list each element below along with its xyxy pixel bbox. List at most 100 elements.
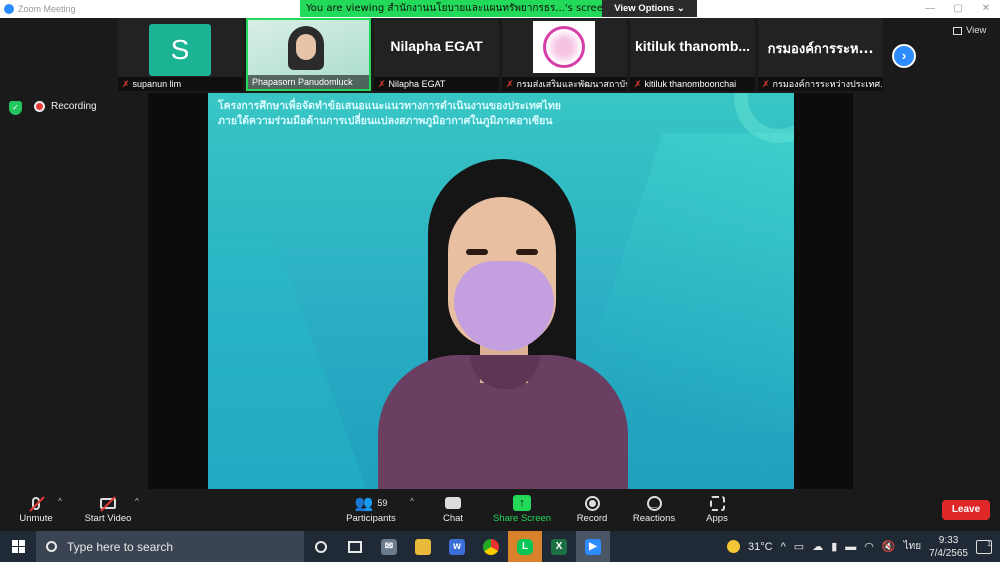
view-layout-button[interactable]: View (953, 25, 986, 36)
participant-label: ✗ กรมองค์การระหว่างประเทศ... (758, 77, 883, 91)
participant-name: Nilapha EGAT (388, 79, 446, 89)
audio-options-chevron-icon[interactable]: ^ (58, 497, 62, 506)
view-label: View (966, 25, 987, 36)
recording-indicator[interactable]: Recording (34, 101, 97, 112)
participant-label: ✗ kitiluk thanomboonchai (630, 77, 755, 91)
tablet-icon[interactable]: ▭ (794, 540, 804, 553)
video-options-chevron-icon[interactable]: ^ (135, 497, 139, 506)
participant-display-name: kitiluk thanomb... (634, 38, 751, 54)
muted-mic-icon: ✗ (506, 79, 514, 89)
record-icon (584, 495, 600, 511)
chrome-icon[interactable] (474, 531, 508, 562)
search-placeholder: Type here to search (67, 539, 174, 554)
usb-icon[interactable]: ▮ (831, 540, 837, 553)
participants-label: Participants (346, 513, 396, 524)
task-view-icon[interactable] (338, 531, 372, 562)
line-app-icon[interactable]: L (508, 531, 542, 562)
microphone-muted-icon (29, 495, 45, 512)
participants-icon: 👥 (354, 495, 374, 512)
window-controls: — ▢ ✕ (916, 0, 1000, 18)
maximize-icon[interactable]: ▢ (944, 0, 972, 18)
cloud-icon[interactable]: ☁ (812, 540, 823, 553)
presentation-slide: โครงการศึกษาเพื่อจัดทำข้อเสนอแนะแนวทางกา… (208, 93, 794, 489)
notification-center-icon[interactable]: 1 (976, 539, 992, 554)
excel-icon[interactable]: X (542, 531, 576, 562)
muted-mic-icon: ✗ (762, 79, 770, 89)
system-tray: 31°C ^ ▭ ☁ ▮ ▬ ◠ 🔇 ไทย 9:33 7/4/2565 1 (727, 531, 1000, 562)
grid-icon (953, 26, 962, 35)
minimize-icon[interactable]: — (916, 0, 944, 18)
file-explorer-icon[interactable] (406, 531, 440, 562)
participant-tile-active-speaker[interactable]: Phapasorn Panudomluck (246, 18, 371, 91)
battery-icon[interactable]: ▬ (845, 541, 856, 553)
participants-button[interactable]: 👥 59 Participants (344, 493, 398, 524)
temperature[interactable]: 31°C (748, 541, 773, 553)
meeting-toolbar: Unmute ^ Start Video ^ 👥 59 Participants … (0, 489, 1000, 531)
share-banner: You are viewing สำนักงานนโยบายและแผนทรัพ… (300, 0, 697, 17)
record-label: Record (576, 513, 608, 524)
window-title: Zoom Meeting (18, 4, 76, 14)
apps-icon (709, 495, 725, 511)
start-button[interactable] (0, 531, 36, 562)
participant-display-name: กรมองค์การระห... (767, 42, 874, 57)
participant-tile[interactable]: ✗ กรมส่งเสริมและพัฒนาสถาบัน... (502, 18, 627, 91)
muted-mic-icon: ✗ (634, 79, 642, 89)
participant-name: Phapasorn Panudomluck (252, 77, 353, 87)
participant-name: kitiluk thanomboonchai (644, 79, 737, 89)
view-options-button[interactable]: View Options ⌄ (602, 0, 697, 17)
participant-tile[interactable]: Nilapha EGAT ✗ Nilapha EGAT (374, 18, 499, 91)
record-button[interactable]: Record (574, 493, 610, 524)
avatar: S (149, 24, 211, 76)
chevron-up-icon[interactable]: ^ (781, 541, 786, 553)
participant-name: กรมองค์การระหว่างประเทศ... (772, 79, 883, 89)
cortana-icon[interactable] (304, 531, 338, 562)
chat-button[interactable]: Chat (436, 493, 470, 524)
share-screen-label: Share Screen (492, 513, 552, 524)
clock[interactable]: 9:33 7/4/2565 (929, 534, 968, 560)
zoom-app-icon[interactable]: ▶ (576, 531, 610, 562)
muted-mic-icon: ✗ (378, 79, 386, 89)
participant-label: ✗ supanun lim (118, 77, 243, 91)
windows-taskbar: Type here to search ✉ w L X ▶ 31°C ^ ▭ ☁… (0, 531, 1000, 562)
apps-button[interactable]: Apps (702, 493, 732, 524)
clock-date: 7/4/2565 (929, 547, 968, 559)
participant-tile[interactable]: กรมองค์การระห... ✗ กรมองค์การระหว่างประเท… (758, 18, 883, 91)
apps-label: Apps (706, 513, 728, 524)
slide-title: โครงการศึกษาเพื่อจัดทำข้อเสนอแนะแนวทางกา… (218, 99, 778, 129)
unmute-button[interactable]: Unmute (14, 493, 58, 524)
participant-name: กรมส่งเสริมและพัฒนาสถาบัน... (516, 79, 627, 89)
muted-mic-icon: ✗ (122, 79, 130, 89)
mail-app-icon[interactable]: ✉ (372, 531, 406, 562)
organization-seal-logo (533, 21, 595, 73)
start-video-label: Start Video (84, 513, 132, 524)
wifi-icon[interactable]: ◠ (864, 540, 874, 553)
participant-display-name: Nilapha EGAT (390, 38, 483, 54)
unmute-label: Unmute (19, 513, 53, 524)
shield-icon[interactable]: ✓ (9, 101, 22, 115)
view-options-label: View Options (614, 3, 675, 14)
speaker-muted-icon[interactable]: 🔇 (882, 540, 896, 553)
leave-button[interactable]: Leave (942, 500, 990, 520)
participant-name: supanun lim (132, 79, 182, 89)
participant-tile[interactable]: kitiluk thanomb... ✗ kitiluk thanomboonch… (630, 18, 755, 91)
participant-label: Phapasorn Panudomluck (248, 75, 369, 89)
reactions-button[interactable]: ‿ Reactions (630, 493, 678, 524)
close-icon[interactable]: ✕ (972, 0, 1000, 18)
zoom-logo-icon (4, 4, 14, 14)
participants-options-chevron-icon[interactable]: ^ (410, 497, 414, 506)
recording-label: Recording (51, 101, 97, 112)
next-page-button[interactable]: › (892, 44, 916, 68)
language-indicator[interactable]: ไทย (904, 539, 921, 554)
slide-title-line: ภายใต้ความร่วมมือด้านการเปลี่ยนแปลงสภาพภ… (218, 115, 553, 127)
share-screen-button[interactable]: ↑ Share Screen (492, 493, 552, 524)
webex-icon[interactable]: w (440, 531, 474, 562)
start-video-button[interactable]: Start Video (82, 493, 134, 524)
weather-sun-icon[interactable] (727, 540, 741, 553)
participant-tile[interactable]: S ✗ supanun lim (118, 18, 243, 91)
participant-face (296, 34, 316, 60)
participant-label: ✗ Nilapha EGAT (374, 77, 499, 91)
shared-screen[interactable]: โครงการศึกษาเพื่อจัดทำข้อเสนอแนะแนวทางกา… (148, 93, 853, 489)
taskbar-search[interactable]: Type here to search (36, 531, 304, 562)
participants-count: 59 (377, 498, 388, 508)
recording-dot-icon (34, 101, 45, 112)
